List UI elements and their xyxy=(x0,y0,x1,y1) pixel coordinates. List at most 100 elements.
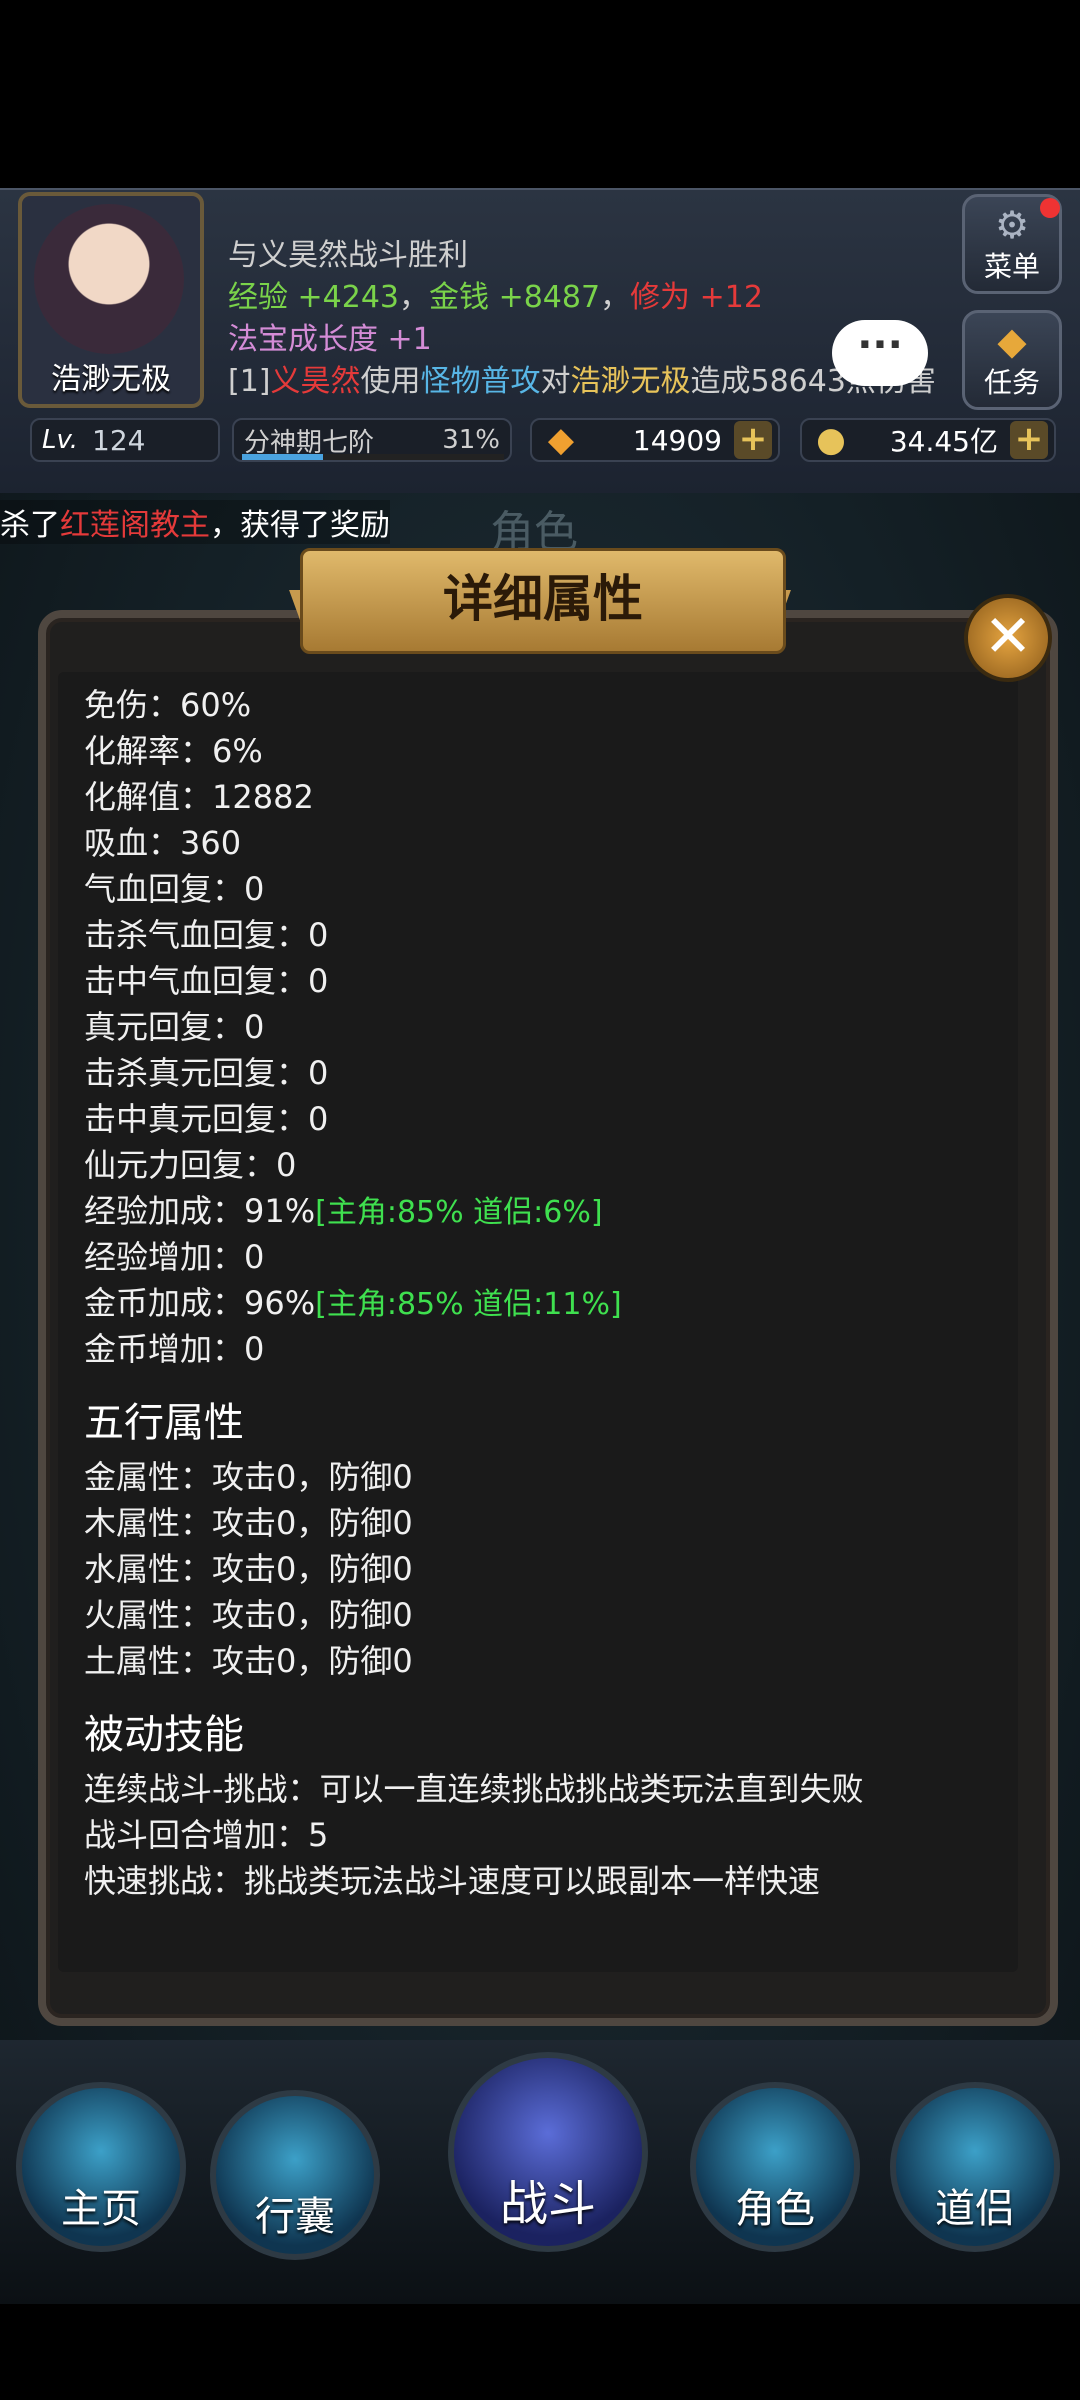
log-index: [1] xyxy=(228,364,271,399)
coin-icon: ● xyxy=(816,420,846,460)
task-label: 任务 xyxy=(983,366,1040,399)
separator: ， xyxy=(399,280,430,315)
attribute-text: 击中气血回复：0 xyxy=(84,962,329,1000)
gem-value: 14909 xyxy=(632,423,722,457)
attribute-text: 金币加成：96% xyxy=(84,1284,316,1322)
notice-text: ，获得了奖励 xyxy=(210,508,390,543)
attribute-bonus: [主角:85% 道侣:6%] xyxy=(315,1195,603,1230)
nav-partner-label: 道侣 xyxy=(935,2186,1015,2232)
nav-role-label: 角色 xyxy=(735,2186,815,2232)
attribute-row: 吸血：360 xyxy=(84,820,984,866)
realm-label: 分神期七阶 xyxy=(244,427,375,458)
element-row: 木属性：攻击0，防御0 xyxy=(84,1504,413,1542)
panel-title: 详细属性 xyxy=(300,548,786,654)
gem-currency: ◆ 14909 + xyxy=(530,418,780,462)
nav-home[interactable]: 主页 xyxy=(16,2082,186,2252)
passive-row: 连续战斗-挑战：可以一直连续挑战挑战类玩法直到失败 xyxy=(84,1770,864,1808)
realm-progress-bar xyxy=(242,454,504,460)
attribute-text: 免伤：60% xyxy=(84,686,252,724)
gear-icon: ⚙ xyxy=(994,203,1030,247)
battle-log-line-1: 与义昊然战斗胜利 xyxy=(228,238,468,273)
notification-dot xyxy=(1040,198,1060,218)
attribute-text: 吸血：360 xyxy=(84,824,242,862)
element-row: 金属性：攻击0，防御0 xyxy=(84,1458,413,1496)
attribute-row: 气血回复：0 xyxy=(84,866,984,912)
attribute-row: 击杀真元回复：0 xyxy=(84,1050,984,1096)
element-row: 水属性：攻击0，防御0 xyxy=(84,1550,413,1588)
notice-text: 杀了 xyxy=(0,508,60,543)
system-bar xyxy=(0,2304,1080,2400)
nav-partner[interactable]: 道侣 xyxy=(890,2082,1060,2252)
attribute-text: 真元回复：0 xyxy=(84,1008,265,1046)
attribute-row: 经验加成：91%[主角:85% 道侣:6%] xyxy=(84,1188,984,1234)
log-target: 浩渺无极 xyxy=(570,364,691,399)
attribute-row: 击中真元回复：0 xyxy=(84,1096,984,1142)
diamond-icon: ◆ xyxy=(997,319,1027,363)
log-text: 对 xyxy=(540,364,571,399)
element-row: 火属性：攻击0，防御0 xyxy=(84,1596,413,1634)
attribute-row: 金币增加：0 xyxy=(84,1326,984,1372)
add-gold-button[interactable]: + xyxy=(1010,421,1048,459)
attribute-row: 真元回复：0 xyxy=(84,1004,984,1050)
battle-log-line-3: 法宝成长度 +1 xyxy=(228,322,432,357)
attribute-text: 化解率：6% xyxy=(84,732,263,770)
avatar xyxy=(34,204,184,354)
money-gain: 金钱 +8487 xyxy=(429,280,601,315)
passive-row: 战斗回合增加：5 xyxy=(84,1816,329,1854)
battle-log-line-2: 经验 +4243，金钱 +8487，修为 +12 xyxy=(228,272,763,316)
close-button[interactable]: ✕ xyxy=(964,594,1052,682)
level-box: Lv. 124 xyxy=(30,418,220,462)
attribute-text: 仙元力回复：0 xyxy=(84,1146,297,1184)
attribute-row: 经验增加：0 xyxy=(84,1234,984,1280)
attribute-text: 击杀气血回复：0 xyxy=(84,916,329,954)
level-value: 124 xyxy=(92,423,146,457)
log-text: 使用 xyxy=(360,364,421,399)
attribute-text: 金币增加：0 xyxy=(84,1330,265,1368)
attribute-row: 化解值：12882 xyxy=(84,774,984,820)
attribute-text: 化解值：12882 xyxy=(84,778,314,816)
attribute-row: 仙元力回复：0 xyxy=(84,1142,984,1188)
menu-label: 菜单 xyxy=(983,250,1040,283)
attribute-row: 免伤：60% xyxy=(84,682,984,728)
nav-battle[interactable]: 战斗 xyxy=(448,2052,648,2252)
attribute-row: 金币加成：96%[主角:85% 道侣:11%] xyxy=(84,1280,984,1326)
log-attacker: 义昊然 xyxy=(270,364,361,399)
passive-heading: 被动技能 xyxy=(84,1712,244,1758)
nav-bag-label: 行囊 xyxy=(255,2194,335,2240)
attribute-row: 击中气血回复：0 xyxy=(84,958,984,1004)
attribute-text: 击杀真元回复：0 xyxy=(84,1054,329,1092)
element-row: 土属性：攻击0，防御0 xyxy=(84,1642,413,1680)
player-avatar[interactable]: 浩渺无极 xyxy=(18,192,204,408)
attribute-text: 气血回复：0 xyxy=(84,870,265,908)
system-notice: 杀了红莲阁教主，获得了奖励 xyxy=(0,500,390,544)
add-gems-button[interactable]: + xyxy=(734,421,772,459)
player-name: 浩渺无极 xyxy=(51,362,171,397)
gold-currency: ● 34.45亿 + xyxy=(800,418,1056,462)
chat-bubble-icon[interactable]: ··· xyxy=(832,320,928,386)
separator: ， xyxy=(600,280,631,315)
attribute-text: 经验加成：91% xyxy=(84,1192,316,1230)
task-button[interactable]: ◆ 任务 xyxy=(962,310,1062,410)
battle-log-line-4: [1]义昊然使用怪物普攻对浩渺无极造成58643点伤害 xyxy=(228,356,936,400)
realm-percent: 31% xyxy=(442,425,500,455)
nav-home-label: 主页 xyxy=(61,2186,141,2232)
exp-gain: 经验 +4243 xyxy=(228,280,400,315)
attribute-bonus: [主角:85% 道侣:11%] xyxy=(315,1287,622,1322)
attribute-row: 化解率：6% xyxy=(84,728,984,774)
attribute-row: 击杀气血回复：0 xyxy=(84,912,984,958)
nav-role[interactable]: 角色 xyxy=(690,2082,860,2252)
passive-row: 快速挑战：挑战类玩法战斗速度可以跟副本一样快速 xyxy=(84,1862,821,1900)
cultivation-gain: 修为 +12 xyxy=(630,280,763,315)
attribute-list: 免伤：60% 化解率：6% 化解值：12882 吸血：360 气血回复：0 击杀气血回复：… xyxy=(84,682,984,1904)
attribute-text: 击中真元回复：0 xyxy=(84,1100,329,1138)
notice-boss: 红莲阁教主 xyxy=(60,508,210,543)
realm-progress-fill xyxy=(242,454,324,460)
gold-value: 34.45亿 xyxy=(889,425,998,458)
nav-battle-label: 战斗 xyxy=(499,2176,596,2232)
gem-icon: ◆ xyxy=(547,420,575,460)
elements-heading: 五行属性 xyxy=(84,1400,244,1446)
attribute-text: 经验增加：0 xyxy=(84,1238,265,1276)
log-skill: 怪物普攻 xyxy=(420,364,541,399)
nav-bag[interactable]: 行囊 xyxy=(210,2090,380,2260)
level-label: Lv. xyxy=(42,425,79,455)
